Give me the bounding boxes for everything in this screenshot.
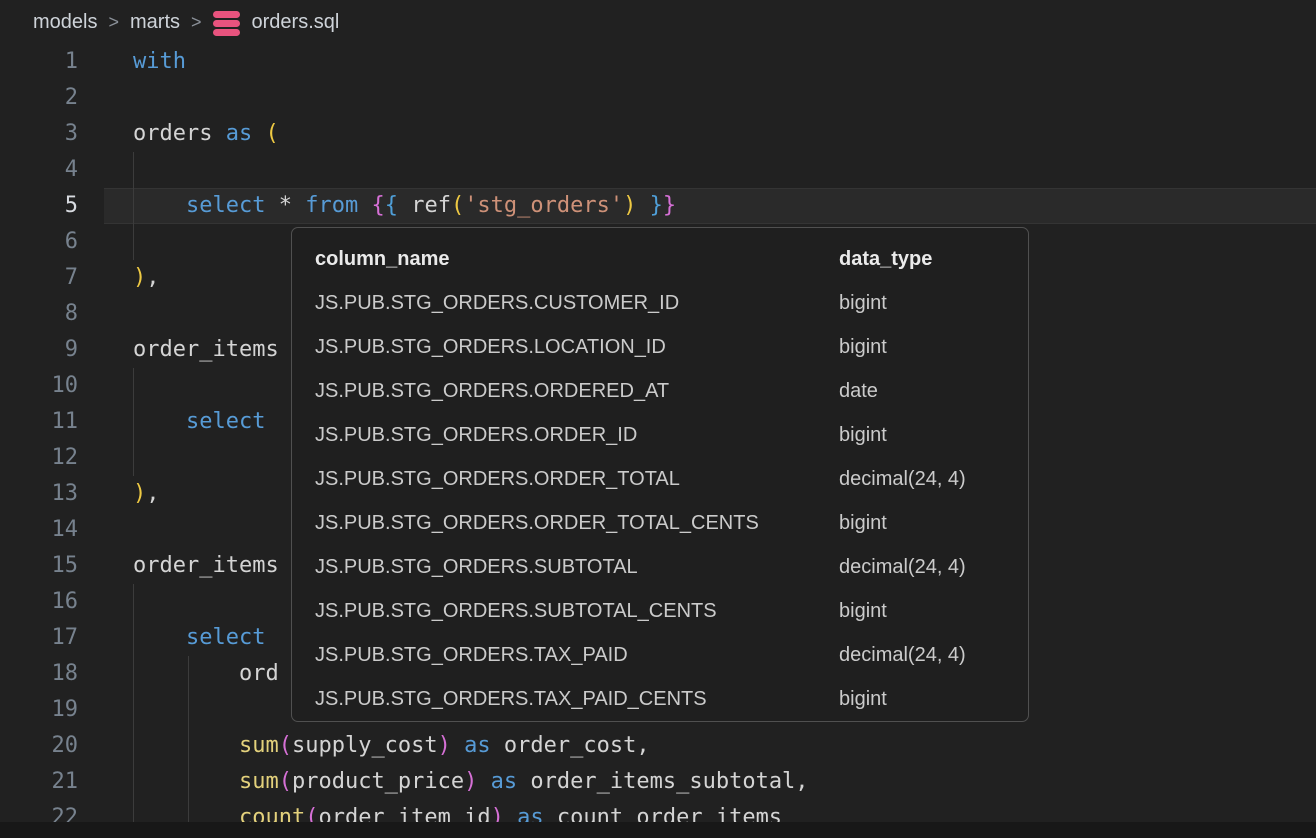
breadcrumb: models > marts > orders.sql	[0, 0, 1316, 45]
breadcrumb-separator: >	[108, 12, 119, 33]
line-number: 13	[0, 476, 78, 512]
line-number: 11	[0, 404, 78, 440]
popup-column-name: JS.PUB.STG_ORDERS.ORDERED_AT	[315, 369, 669, 413]
code-line-text: order_items	[133, 332, 279, 368]
database-icon	[212, 9, 242, 37]
code-line[interactable]: 3 orders as (	[0, 116, 1316, 152]
line-number: 7	[0, 260, 78, 296]
popup-column-row: JS.PUB.STG_ORDERS.ORDER_TOTAL_CENTS bigin…	[292, 501, 1028, 545]
line-number: 9	[0, 332, 78, 368]
line-number: 6	[0, 224, 78, 260]
line-number: 21	[0, 764, 78, 800]
line-number: 2	[0, 80, 78, 116]
popup-data-type: bigint	[839, 589, 887, 633]
code-line[interactable]: 4	[0, 152, 1316, 188]
indent-guide	[133, 440, 134, 476]
popup-column-name: JS.PUB.STG_ORDERS.CUSTOMER_ID	[315, 281, 679, 325]
popup-data-type: bigint	[839, 281, 887, 325]
popup-column-row: JS.PUB.STG_ORDERS.CUSTOMER_ID bigint	[292, 281, 1028, 325]
indent-guide	[188, 692, 189, 728]
breadcrumb-item-marts[interactable]: marts	[130, 11, 180, 34]
popup-column-name: JS.PUB.STG_ORDERS.TAX_PAID	[315, 633, 628, 677]
code-line[interactable]: 21 sum(product_price) as order_items_sub…	[0, 764, 1316, 800]
line-number: 5	[0, 188, 78, 224]
code-line[interactable]: 2	[0, 80, 1316, 116]
indent-guide	[133, 224, 134, 260]
code-editor-window: models > marts > orders.sql 1 with 23 order…	[0, 0, 1316, 838]
popup-column-row: JS.PUB.STG_ORDERS.TAX_PAID decimal(24, 4)	[292, 633, 1028, 677]
line-number: 15	[0, 548, 78, 584]
code-line[interactable]: 5 select * from {{ ref('stg_orders') }}	[0, 188, 1316, 224]
indent-guide	[133, 152, 134, 188]
popup-column-row: JS.PUB.STG_ORDERS.SUBTOTAL_CENTS bigint	[292, 589, 1028, 633]
line-number: 17	[0, 620, 78, 656]
popup-column-row: JS.PUB.STG_ORDERS.ORDERED_AT date	[292, 369, 1028, 413]
popup-data-type: decimal(24, 4)	[839, 457, 966, 501]
line-number: 16	[0, 584, 78, 620]
code-line-text: ),	[133, 260, 160, 296]
line-number: 19	[0, 692, 78, 728]
popup-data-type: decimal(24, 4)	[839, 633, 966, 677]
code-line[interactable]: 20 sum(supply_cost) as order_cost,	[0, 728, 1316, 764]
line-number: 1	[0, 44, 78, 80]
popup-column-name: JS.PUB.STG_ORDERS.ORDER_TOTAL	[315, 457, 680, 501]
breadcrumb-item-models[interactable]: models	[33, 11, 97, 34]
popup-data-type: decimal(24, 4)	[839, 545, 966, 589]
popup-data-type: bigint	[839, 677, 887, 721]
popup-data-type: bigint	[839, 325, 887, 369]
code-line-text: sum(product_price) as order_items_subtot…	[133, 764, 809, 800]
code-line-text: sum(supply_cost) as order_cost,	[133, 728, 650, 764]
code-line-text: select	[133, 620, 265, 656]
code-line-text: with	[133, 44, 186, 80]
popup-data-type: bigint	[839, 413, 887, 457]
indent-guide	[133, 368, 134, 404]
popup-data-type: bigint	[839, 501, 887, 545]
panel-divider	[0, 822, 1316, 838]
breadcrumb-item-file[interactable]: orders.sql	[252, 11, 340, 34]
code-line[interactable]: 1 with	[0, 44, 1316, 80]
indent-guide	[133, 584, 134, 620]
popup-column-name: JS.PUB.STG_ORDERS.SUBTOTAL	[315, 545, 638, 589]
code-line-text: ord	[133, 656, 279, 692]
popup-column-name: JS.PUB.STG_ORDERS.TAX_PAID_CENTS	[315, 677, 707, 721]
popup-header-row: column_name data_type	[292, 228, 1028, 281]
column-info-popup: column_name data_type JS.PUB.STG_ORDERS.…	[291, 227, 1029, 722]
popup-column-name: JS.PUB.STG_ORDERS.ORDER_ID	[315, 413, 637, 457]
code-line-text: select * from {{ ref('stg_orders') }}	[133, 188, 676, 224]
popup-column-name: JS.PUB.STG_ORDERS.ORDER_TOTAL_CENTS	[315, 501, 759, 545]
popup-column-row: JS.PUB.STG_ORDERS.SUBTOTAL decimal(24, 4)	[292, 545, 1028, 589]
line-number: 10	[0, 368, 78, 404]
code-line-text: ),	[133, 476, 160, 512]
line-number: 4	[0, 152, 78, 188]
code-line-text: select	[133, 404, 265, 440]
popup-column-row: JS.PUB.STG_ORDERS.TAX_PAID_CENTS bigint	[292, 677, 1028, 721]
popup-data-type: date	[839, 369, 878, 413]
popup-column-name: JS.PUB.STG_ORDERS.SUBTOTAL_CENTS	[315, 589, 717, 633]
popup-column-row: JS.PUB.STG_ORDERS.ORDER_ID bigint	[292, 413, 1028, 457]
line-number: 3	[0, 116, 78, 152]
popup-column-row: JS.PUB.STG_ORDERS.LOCATION_ID bigint	[292, 325, 1028, 369]
code-line-text: order_items	[133, 548, 279, 584]
line-number: 20	[0, 728, 78, 764]
popup-column-name: JS.PUB.STG_ORDERS.LOCATION_ID	[315, 325, 666, 369]
line-number: 18	[0, 656, 78, 692]
line-number: 8	[0, 296, 78, 332]
indent-guide	[133, 692, 134, 728]
line-number: 14	[0, 512, 78, 548]
code-line-text: orders as (	[133, 116, 279, 152]
breadcrumb-separator: >	[191, 12, 202, 33]
line-number: 12	[0, 440, 78, 476]
popup-column-row: JS.PUB.STG_ORDERS.ORDER_TOTAL decimal(24,…	[292, 457, 1028, 501]
